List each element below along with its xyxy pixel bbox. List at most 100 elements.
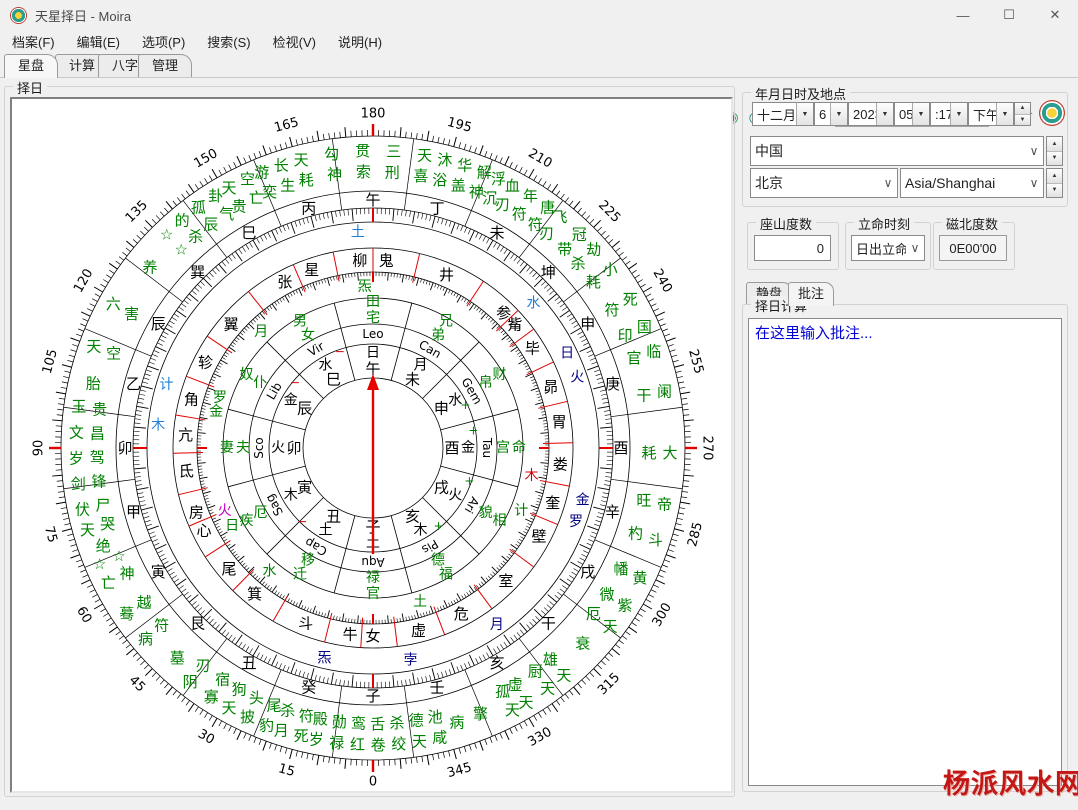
- minute-tick: [322, 280, 323, 284]
- spin-up-icon[interactable]: ▲: [1015, 103, 1030, 115]
- shensha-label: 文: [69, 423, 84, 441]
- branch-label: 卯: [286, 439, 301, 457]
- hour-select[interactable]: 05 ▼: [894, 102, 930, 126]
- menu-options[interactable]: 选项(P): [132, 30, 195, 53]
- degree-tick: [80, 324, 86, 326]
- degree-tick: [144, 665, 148, 669]
- shensha-label: 大: [662, 444, 677, 462]
- mansion-label: 房: [189, 503, 204, 521]
- mansion-label: 斗: [298, 615, 313, 633]
- minute-tick: [331, 673, 333, 685]
- chevron-down-icon[interactable]: ▼: [996, 103, 1013, 125]
- minute-tick: [257, 653, 260, 658]
- chevron-down-icon[interactable]: ∨: [879, 169, 897, 197]
- tab-star-chart[interactable]: 星盘: [4, 54, 58, 78]
- menu-edit[interactable]: 编辑(E): [67, 30, 130, 53]
- minute-tick: [410, 211, 411, 217]
- liming-select[interactable]: 日出立命 ∨: [851, 235, 925, 261]
- minute-tick: [598, 512, 604, 514]
- maximize-button[interactable]: ☐: [986, 0, 1032, 30]
- chart-canvas[interactable]: 0153045607590105120135150165180195210225…: [10, 97, 733, 793]
- shensha-label: ☆: [112, 547, 125, 565]
- month-select[interactable]: 十二月 ▼: [752, 102, 814, 126]
- day-select[interactable]: 6 ▼: [814, 102, 848, 126]
- spin-down-icon[interactable]: ▼: [1015, 115, 1030, 126]
- degree-tick: [529, 169, 534, 178]
- degree-tick: [116, 631, 121, 635]
- annotation-textarea[interactable]: 在这里输入批注...: [748, 318, 1062, 786]
- minute-tick: [296, 603, 298, 607]
- close-button[interactable]: ✕: [1032, 0, 1078, 30]
- house-label: 德: [431, 553, 445, 569]
- menu-help[interactable]: 说明(H): [328, 30, 392, 53]
- minute-tick: [200, 477, 208, 478]
- city-select[interactable]: 北京 ∨: [750, 168, 898, 198]
- minute-tick: [288, 598, 290, 601]
- minute-tick: [543, 475, 547, 476]
- chevron-down-icon[interactable]: ▼: [796, 103, 813, 125]
- minute-tick: [142, 512, 148, 514]
- minute-tick: [483, 236, 486, 241]
- degree-tick: [58, 491, 64, 492]
- minute-tick: [499, 565, 502, 568]
- minute-tick: [406, 210, 407, 216]
- sitting-degree-input[interactable]: 0: [754, 235, 831, 261]
- minute-tick: [393, 675, 394, 687]
- minute-tick: [544, 608, 548, 612]
- chevron-down-icon[interactable]: ∨: [906, 236, 924, 260]
- degree-tick: [683, 409, 689, 410]
- mansion-cusp: [205, 541, 230, 557]
- degree-tick: [263, 741, 266, 750]
- menu-file[interactable]: 档案(F): [2, 30, 65, 53]
- tab-annotation[interactable]: 批注: [788, 282, 834, 306]
- minute-tick: [504, 642, 507, 647]
- dignity-mark: +: [468, 423, 478, 437]
- degree-tick: [638, 613, 643, 616]
- target-logo-icon[interactable]: [1039, 100, 1065, 126]
- mountain-label: 酉: [613, 439, 628, 457]
- tab-manage[interactable]: 管理: [138, 54, 192, 77]
- menu-view[interactable]: 检视(V): [263, 30, 326, 53]
- minute-tick: [209, 272, 213, 276]
- chevron-down-icon[interactable]: ▼: [950, 103, 967, 125]
- planet-marker: 月: [490, 617, 504, 633]
- degree-tick: [307, 137, 308, 143]
- minute-tick: [596, 520, 602, 522]
- mountain-label: 巽: [190, 264, 205, 282]
- minute-tick: [345, 274, 346, 278]
- astrology-wheel[interactable]: 0153045607590105120135150165180195210225…: [12, 99, 731, 791]
- degree-tick: [301, 752, 302, 758]
- minute-tick: [215, 371, 219, 373]
- year-select[interactable]: 2023 ▼: [848, 102, 894, 126]
- spin-down-icon[interactable]: ▼: [1047, 184, 1062, 198]
- timezone-select[interactable]: Asia/Shanghai ∨: [900, 168, 1044, 198]
- chevron-down-icon[interactable]: ▼: [876, 103, 893, 125]
- minute-tick: [149, 532, 155, 534]
- degree-tick: [56, 392, 66, 394]
- planet-marker: 计: [159, 377, 173, 393]
- city-stepper[interactable]: ▲ ▼: [1046, 168, 1063, 198]
- spin-down-icon[interactable]: ▼: [1047, 152, 1062, 166]
- spin-up-icon[interactable]: ▲: [1047, 137, 1062, 152]
- minute-select[interactable]: :17 ▼: [930, 102, 968, 126]
- mansion-cusp: [173, 452, 203, 453]
- minimize-button[interactable]: —: [940, 0, 986, 30]
- chevron-down-icon[interactable]: ▼: [830, 103, 847, 125]
- ampm-select[interactable]: 下午 ▼: [968, 102, 1014, 126]
- degree-tick: [122, 640, 127, 644]
- spin-up-icon[interactable]: ▲: [1047, 169, 1062, 184]
- country-select[interactable]: 中国 ∨: [750, 136, 1044, 166]
- degree-tick: [100, 284, 105, 287]
- chevron-down-icon[interactable]: ▼: [912, 103, 929, 125]
- country-stepper[interactable]: ▲ ▼: [1046, 136, 1063, 166]
- dignity-mark: +: [460, 398, 470, 412]
- minute-tick: [457, 666, 459, 672]
- degree-tick: [280, 746, 282, 752]
- datetime-stepper[interactable]: ▲ ▼: [1014, 102, 1031, 126]
- degree-tick: [103, 279, 108, 282]
- degree-tick: [635, 275, 640, 278]
- magnetic-degree-button[interactable]: 0E00'00: [939, 235, 1007, 261]
- chevron-down-icon[interactable]: ∨: [1025, 169, 1043, 197]
- chevron-down-icon[interactable]: ∨: [1025, 137, 1043, 165]
- menu-search[interactable]: 搜索(S): [197, 30, 260, 53]
